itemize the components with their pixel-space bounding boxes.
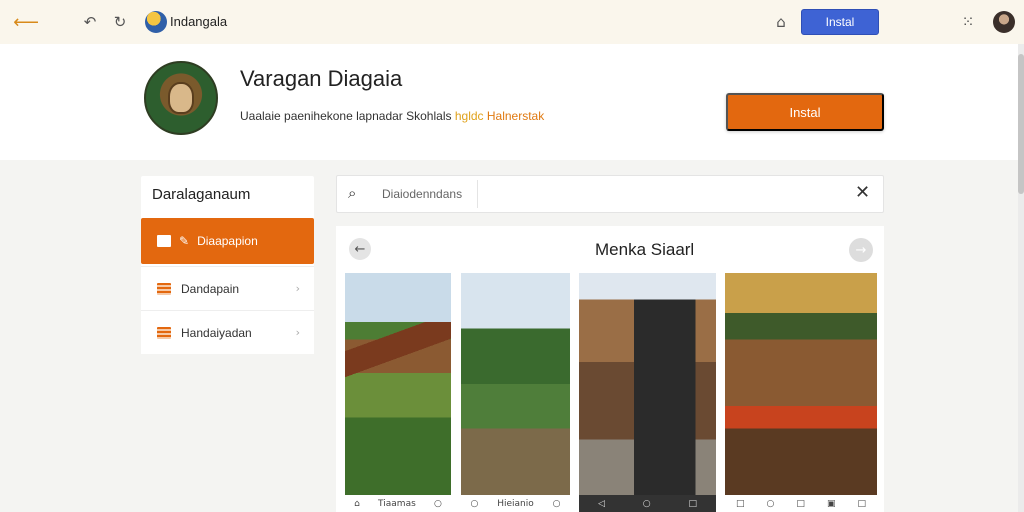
sidebar-item-dandapain[interactable]: Dandapain › (141, 266, 314, 310)
thumbnail-nav-bar: ⌂ Tiaamas ○ (345, 495, 451, 512)
back-arrow-icon[interactable]: ⟵ (6, 12, 46, 33)
scrollbar-thumb[interactable] (1018, 54, 1024, 194)
sidebar-item-label: Dandapain (181, 281, 240, 296)
screenshot-thumbnail[interactable]: ○ Hieianio ○ (461, 273, 570, 512)
bookmark-icon[interactable]: ⌂ (771, 12, 791, 32)
circle-icon: ○ (766, 498, 775, 509)
site-logo (145, 11, 167, 33)
chevron-right-icon: › (295, 326, 300, 339)
refresh-icon[interactable]: ↻ (110, 12, 130, 32)
thumbnail-nav-bar: ◁ ○ □ (579, 495, 716, 512)
home-icon: ○ (642, 498, 651, 509)
screenshot-thumbnail[interactable]: □ ○ □ ▣ □ (725, 273, 877, 512)
recent-apps-icon: □ (688, 498, 698, 509)
square-icon: □ (736, 498, 745, 509)
gallery-prev-button[interactable]: ← (349, 238, 371, 260)
apps-grid-icon[interactable]: ⁙ (958, 12, 978, 32)
shop-front-image (725, 273, 877, 495)
toolbar-install-button[interactable]: Instal (801, 9, 879, 35)
install-button[interactable]: Instal (726, 93, 884, 131)
circle-icon: ○ (434, 498, 442, 509)
square-icon: □ (857, 498, 866, 509)
sidebar-title: Daralaganaum (152, 186, 251, 203)
folder-icon (157, 235, 171, 247)
sidebar-item-label: Diaapapion (197, 234, 258, 248)
app-title: Varagan Diagaia (240, 66, 403, 91)
thumbnail-nav-bar: ○ Hieianio ○ (461, 495, 570, 512)
chevron-right-icon: › (295, 282, 300, 295)
app-description-link[interactable]: Halnerstak (487, 109, 544, 123)
search-input[interactable] (372, 180, 478, 208)
avatar[interactable] (993, 11, 1015, 33)
list-icon (157, 282, 171, 295)
circle-icon: ○ (552, 498, 561, 509)
gallery-title: Menka Siaarl (595, 240, 695, 259)
thumbnail-nav-bar: □ ○ □ ▣ □ (725, 495, 877, 512)
screenshot-thumbnail[interactable]: ◁ ○ □ (579, 273, 716, 512)
edit-icon: ✎ (179, 234, 190, 248)
sidebar-item-description[interactable]: ✎ Diaapapion (141, 218, 314, 264)
screenshot-thumbnail[interactable]: ⌂ Tiaamas ○ (345, 273, 451, 512)
square-icon: □ (796, 498, 805, 509)
search-icon[interactable]: ⌕ (348, 184, 356, 202)
list-icon (157, 326, 171, 339)
sidebar-item-label: Handaiyadan (181, 325, 252, 340)
app-emblem-icon (144, 61, 218, 135)
close-icon[interactable]: ✕ (855, 182, 870, 203)
browser-toolbar: ⟵ ↶ ↻ Indangala ⌂ Instal ⁙ (0, 0, 1024, 44)
app-description-highlight: hgldc (454, 109, 484, 123)
gallery-next-button[interactable]: → (849, 238, 873, 262)
site-title: Indangala (170, 14, 228, 29)
circle-icon: ○ (470, 498, 479, 509)
thumbnail-nav-label: Hieianio (497, 498, 534, 509)
scrollbar[interactable] (1018, 44, 1024, 512)
square-icon: ▣ (826, 498, 836, 509)
sidebar-item-handaiyadan[interactable]: Handaiyadan › (141, 310, 314, 354)
motorcycle-rider-image (579, 273, 716, 495)
app-description: Uaalaie paenihekone lapnadar Skohlals hg… (240, 109, 544, 123)
thumbnail-nav-label: Tiaamas (378, 498, 416, 509)
back-icon[interactable]: ↶ (80, 12, 100, 32)
app-description-text: Uaalaie paenihekone lapnadar Skohlals (240, 109, 452, 123)
village-road-image (461, 273, 570, 495)
village-house-image (345, 273, 451, 495)
home-icon: ⌂ (354, 498, 360, 509)
back-icon: ◁ (597, 498, 605, 509)
